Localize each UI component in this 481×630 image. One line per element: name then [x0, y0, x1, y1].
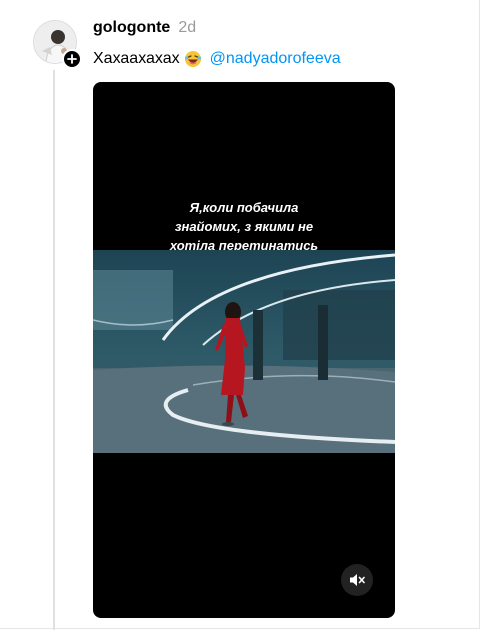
thread-line — [53, 70, 55, 630]
plus-icon — [67, 54, 77, 64]
mention-link[interactable]: @nadyadorofeeva — [210, 50, 341, 68]
speaker-muted-icon — [350, 574, 365, 586]
caption-text: Хахаахахах — [93, 50, 180, 67]
mute-toggle-button[interactable] — [341, 564, 373, 596]
avatar-container[interactable] — [33, 20, 82, 69]
post-header: gologonte 2d — [93, 19, 196, 41]
post-caption: Хахаахахах @nadyadorofeeva — [93, 50, 341, 68]
video-overlay-text: Я,коли побачила знайомих, з якими не хот… — [93, 198, 395, 255]
video-frame — [93, 250, 395, 453]
video-player[interactable]: Я,коли побачила знайомих, з якими не хот… — [93, 82, 395, 618]
post-timestamp: 2d — [178, 19, 197, 36]
follow-button[interactable] — [62, 49, 82, 69]
laughing-face-emoji-icon — [184, 51, 201, 67]
overlay-line: знайомих, з якими не — [174, 219, 314, 234]
overlay-line: Я,коли побачила — [189, 200, 299, 215]
username-link[interactable]: gologonte — [93, 19, 170, 37]
